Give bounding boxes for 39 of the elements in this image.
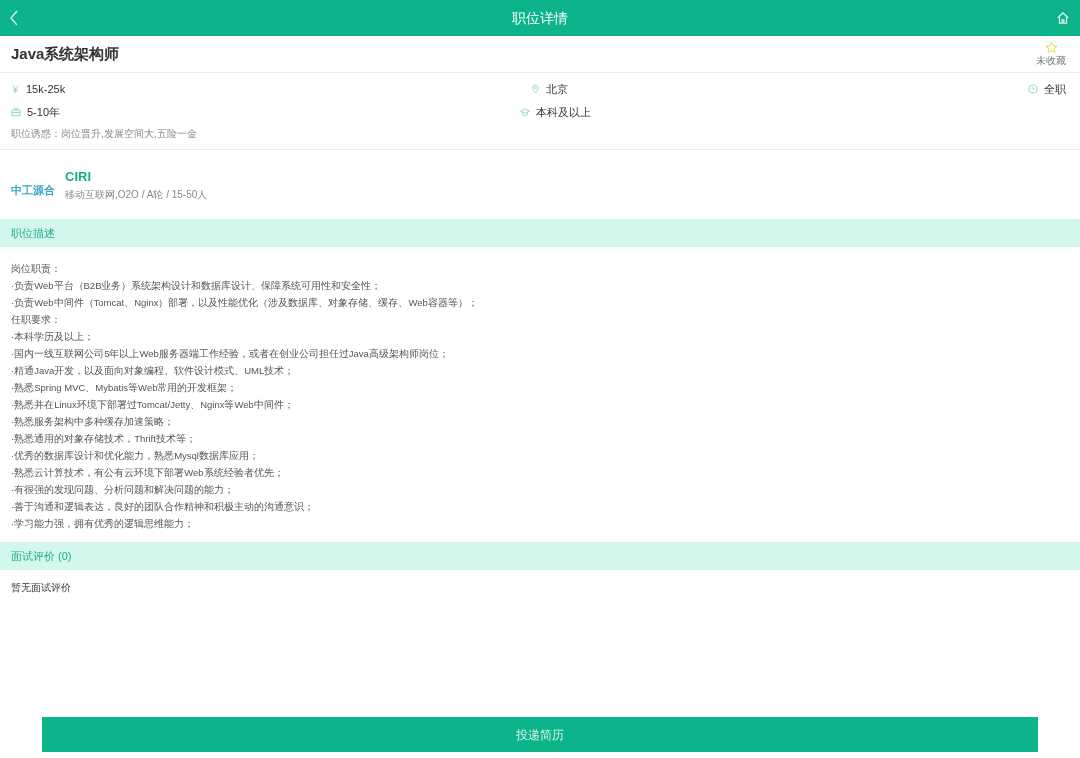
star-icon	[1044, 40, 1058, 54]
description-line: ·优秀的数据库设计和优化能力，熟悉Mysql数据库应用；	[11, 449, 260, 463]
description-line: ·熟悉通用的对象存储技术，Thrift技术等；	[11, 432, 197, 446]
description-line: ·熟悉云计算技术，有公有云环境下部署Web系统经验者优先；	[11, 466, 285, 480]
job-type-text: 全职	[1044, 82, 1066, 97]
description-line: ·本科学历及以上；	[11, 330, 96, 344]
yen-icon	[11, 84, 20, 95]
apply-button[interactable]: 投递简历	[42, 717, 1038, 752]
description-line: ·国内一线互联网公司5年以上Web服务器端工作经验，或者在创业公司担任过Java高级架构师岗位；	[11, 347, 450, 361]
description-line: ·精通Java开发，以及面向对象编程、软件设计模式、UML技术；	[11, 364, 296, 378]
empty-reviews-text: 暂无面试评价	[10, 581, 72, 595]
graduation-cap-icon	[519, 106, 530, 117]
briefcase-icon	[11, 106, 21, 117]
description-line: ·学习能力强，拥有优秀的逻辑思维能力；	[11, 517, 196, 531]
description-line: ·熟悉Spring MVC、Mybatis等Web常用的开发框架；	[11, 381, 239, 395]
description-line: 任职要求：	[11, 313, 62, 327]
location-text: 北京	[545, 82, 568, 97]
company-logo: 中工源合	[11, 183, 55, 199]
description-line: 岗位职责：	[11, 262, 62, 276]
description-line: ·有很强的发现问题、分析问题和解决问题的能力；	[11, 483, 236, 497]
page-title: 职位详情	[512, 8, 568, 28]
description-line: ·熟悉并在Linux环境下部署过Tomcat/Jetty、Nginx等Web中间件；	[11, 398, 295, 412]
description-line: ·善于沟通和逻辑表达，良好的团队合作精神和积极主动的沟通意识；	[11, 500, 316, 514]
description-line: ·负责Web平台（B2B业务）系统架构设计和数据库设计、保障系统可用性和安全性；	[11, 279, 383, 293]
perks-text: 职位诱惑：岗位晋升,发展空间大,五险一金	[11, 127, 198, 141]
education-text: 本科及以上	[535, 104, 591, 120]
location-pin-icon	[530, 84, 540, 95]
company-name[interactable]: CIRI	[65, 167, 208, 187]
section-heading: 职位描述	[0, 219, 1080, 247]
experience-text: 5-10年	[27, 104, 61, 120]
description-line: ·负责Web中间件（Tomcat、Nginx）部署，以及性能优化（涉及数据库、对象存储、缓存、Web容器等）；	[11, 296, 479, 310]
home-icon[interactable]	[1056, 10, 1072, 26]
company-details: 移动互联网,O2O / A轮 / 15-50人	[65, 187, 208, 202]
favorite-button[interactable]: 未收藏	[1036, 40, 1066, 68]
description-line: ·熟悉服务架构中多种缓存加速策略；	[11, 415, 176, 429]
clock-icon	[1028, 84, 1038, 95]
section-heading: 面试评价 (0)	[0, 542, 1080, 570]
salary-text: 15k-25k	[26, 82, 66, 97]
job-title: Java系统架构师	[11, 43, 120, 64]
